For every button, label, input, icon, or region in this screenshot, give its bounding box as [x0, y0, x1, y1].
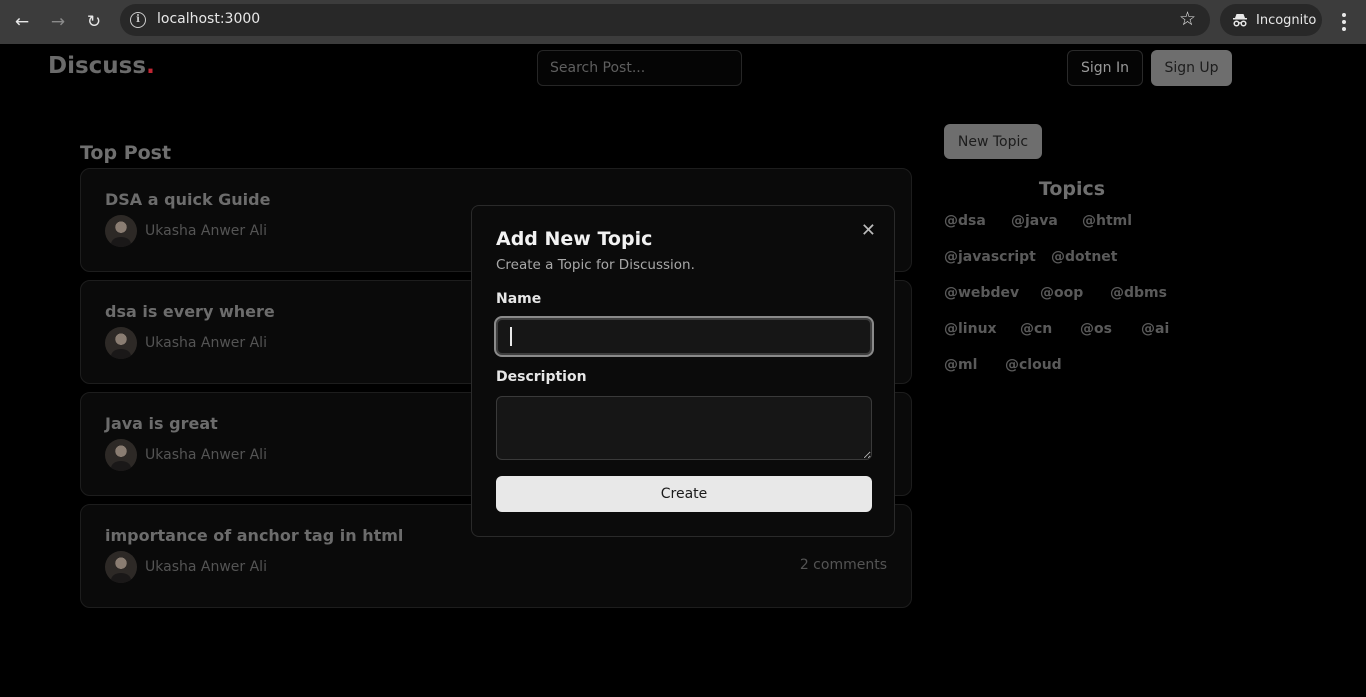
incognito-badge[interactable]: Incognito [1220, 4, 1322, 36]
incognito-label: Incognito [1256, 12, 1317, 28]
post-author: Ukasha Anwer Ali [105, 439, 267, 471]
logo-text: Discuss [48, 53, 147, 79]
logo-dot: . [146, 53, 155, 79]
topic-link-dsa[interactable]: @dsa [944, 213, 986, 229]
topic-link-webdev[interactable]: @webdev [944, 285, 1019, 301]
avatar [105, 327, 137, 359]
author-name: Ukasha Anwer Ali [145, 559, 267, 575]
post-author: Ukasha Anwer Ali [105, 327, 267, 359]
topic-link-cn[interactable]: @cn [1020, 321, 1052, 337]
topic-link-ml[interactable]: @ml [944, 357, 977, 373]
bookmark-star-icon[interactable]: ☆ [1179, 8, 1196, 30]
topic-link-javascript[interactable]: @javascript [944, 249, 1036, 265]
reload-icon[interactable]: ↻ [80, 8, 108, 36]
topic-link-ai[interactable]: @ai [1141, 321, 1169, 337]
author-name: Ukasha Anwer Ali [145, 223, 267, 239]
avatar [105, 551, 137, 583]
topic-name-input[interactable] [496, 318, 872, 355]
post-author: Ukasha Anwer Ali [105, 215, 267, 247]
search-input[interactable] [537, 50, 742, 86]
topic-link-cloud[interactable]: @cloud [1005, 357, 1062, 373]
post-title[interactable]: Java is great [105, 414, 218, 433]
dialog-title: Add New Topic [496, 228, 653, 250]
back-icon[interactable]: ← [8, 8, 36, 36]
avatar [105, 439, 137, 471]
new-topic-button[interactable]: New Topic [944, 124, 1042, 159]
post-author: Ukasha Anwer Ali [105, 551, 267, 583]
create-button[interactable]: Create [496, 476, 872, 512]
app-logo[interactable]: Discuss. [48, 53, 155, 79]
name-label: Name [496, 291, 542, 307]
sign-in-button[interactable]: Sign In [1067, 50, 1143, 86]
post-title[interactable]: importance of anchor tag in html [105, 526, 403, 545]
add-topic-dialog: ✕ Add New Topic Create a Topic for Discu… [471, 205, 895, 537]
topic-link-os[interactable]: @os [1080, 321, 1112, 337]
topic-description-input[interactable] [496, 396, 872, 460]
description-label: Description [496, 369, 587, 385]
author-name: Ukasha Anwer Ali [145, 447, 267, 463]
forward-icon[interactable]: → [44, 8, 72, 36]
address-bar[interactable]: i localhost:3000 ☆ [120, 4, 1210, 36]
topic-link-java[interactable]: @java [1011, 213, 1058, 229]
topics-heading: Topics [1038, 178, 1106, 200]
sign-up-button[interactable]: Sign Up [1151, 50, 1232, 86]
topic-link-oop[interactable]: @oop [1040, 285, 1083, 301]
post-title[interactable]: DSA a quick Guide [105, 190, 270, 209]
dialog-subtitle: Create a Topic for Discussion. [496, 257, 695, 273]
comment-count: 2 comments [799, 557, 887, 573]
avatar [105, 215, 137, 247]
topic-link-html[interactable]: @html [1082, 213, 1132, 229]
incognito-icon [1233, 14, 1247, 27]
topic-link-dotnet[interactable]: @dotnet [1051, 249, 1118, 265]
topic-link-dbms[interactable]: @dbms [1110, 285, 1167, 301]
close-icon[interactable]: ✕ [861, 220, 876, 241]
section-title: Top Post [80, 142, 172, 164]
browser-toolbar: ← → ↻ i localhost:3000 ☆ Incognito [0, 0, 1366, 44]
post-title[interactable]: dsa is every where [105, 302, 275, 321]
url-text[interactable]: localhost:3000 [157, 11, 260, 27]
author-name: Ukasha Anwer Ali [145, 335, 267, 351]
topic-link-linux[interactable]: @linux [944, 321, 997, 337]
text-caret [510, 327, 512, 346]
site-info-icon[interactable]: i [130, 12, 146, 28]
browser-menu-icon[interactable] [1334, 8, 1354, 36]
